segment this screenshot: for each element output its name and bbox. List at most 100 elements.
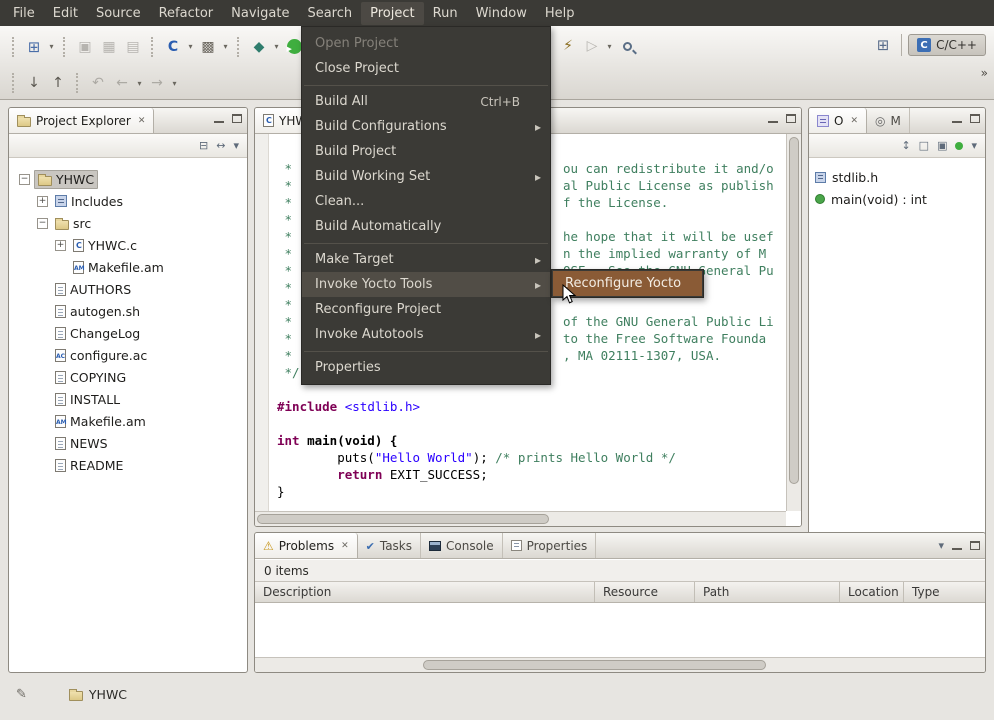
lightning-button[interactable]	[556, 34, 580, 58]
toolbar-overflow-button[interactable]: »	[981, 66, 988, 80]
toolbar-drag-handle[interactable]	[76, 73, 80, 93]
menu-item-invoke-autotools[interactable]: Invoke Autotools	[302, 322, 550, 347]
menu-edit[interactable]: Edit	[44, 2, 87, 25]
back-button[interactable]	[110, 71, 134, 95]
tab-console[interactable]: Console	[421, 533, 503, 558]
vertical-scrollbar[interactable]	[786, 134, 801, 511]
menu-item-reconfigure-project[interactable]: Reconfigure Project	[302, 297, 550, 322]
tree-item-readme[interactable]: README	[9, 454, 247, 476]
hide-fields-icon[interactable]: □	[919, 139, 929, 152]
tree-item-yhwc-c[interactable]: YHWC.c	[9, 234, 247, 256]
fast-view-icon[interactable]	[16, 686, 27, 702]
new-wizard-button[interactable]	[22, 35, 46, 59]
search-button[interactable]	[615, 34, 639, 58]
save-all-button[interactable]	[97, 35, 121, 59]
build-dropdown[interactable]	[220, 35, 231, 59]
menu-item-invoke-yocto-tools[interactable]: Invoke Yocto Tools	[302, 272, 550, 297]
menu-item-build-all[interactable]: Build AllCtrl+B	[302, 89, 550, 114]
maximize-button[interactable]	[970, 114, 980, 123]
collapse-all-icon[interactable]: ⊟	[199, 139, 208, 152]
scrollbar-thumb[interactable]	[257, 514, 549, 524]
minimize-button[interactable]	[214, 114, 224, 123]
external-tools-dropdown[interactable]	[604, 34, 615, 58]
new-c-project-button[interactable]	[161, 35, 185, 59]
menu-item-build-working-set[interactable]: Build Working Set	[302, 164, 550, 189]
toolbar-drag-handle[interactable]	[151, 37, 155, 57]
close-icon[interactable]	[850, 116, 858, 126]
scrollbar-thumb[interactable]	[789, 137, 799, 484]
column-path[interactable]: Path	[695, 582, 840, 602]
menu-navigate[interactable]: Navigate	[222, 2, 298, 25]
tree-item-src[interactable]: src	[9, 212, 247, 234]
scrollbar-thumb[interactable]	[423, 660, 766, 670]
back-dropdown[interactable]	[134, 71, 145, 95]
tree-item-project[interactable]: YHWC	[9, 168, 247, 190]
last-edit-location-button[interactable]	[86, 71, 110, 95]
sort-icon[interactable]: ↕	[901, 139, 910, 152]
previous-annotation-button[interactable]	[46, 71, 70, 95]
toolbar-drag-handle[interactable]	[63, 37, 67, 57]
open-perspective-button[interactable]	[871, 33, 895, 57]
tab-problems[interactable]: Problems	[255, 533, 358, 558]
menu-item-build-automatically[interactable]: Build Automatically	[302, 214, 550, 239]
menu-item-clean[interactable]: Clean...	[302, 189, 550, 214]
link-with-editor-icon[interactable]: ↔	[216, 139, 225, 152]
column-location[interactable]: Location	[840, 582, 904, 602]
new-c-project-dropdown[interactable]	[185, 35, 196, 59]
tree-item-copying[interactable]: COPYING	[9, 366, 247, 388]
horizontal-scrollbar[interactable]	[255, 657, 985, 672]
tree-selection[interactable]: YHWC	[34, 170, 98, 189]
column-type[interactable]: Type	[904, 582, 985, 602]
menu-item-make-target[interactable]: Make Target	[302, 247, 550, 272]
minimize-button[interactable]	[768, 114, 778, 123]
maximize-button[interactable]	[786, 114, 796, 123]
tree-item-autogen-sh[interactable]: autogen.sh	[9, 300, 247, 322]
menu-item-build-project[interactable]: Build Project	[302, 139, 550, 164]
toolbar-drag-handle[interactable]	[237, 37, 241, 57]
debug-button[interactable]	[247, 35, 271, 59]
hide-non-public-icon[interactable]	[955, 142, 963, 150]
save-button[interactable]	[73, 35, 97, 59]
forward-dropdown[interactable]	[169, 71, 180, 95]
tree-item-changelog[interactable]: ChangeLog	[9, 322, 247, 344]
debug-dropdown[interactable]	[271, 35, 282, 59]
close-icon[interactable]	[341, 541, 349, 551]
tree-item-configure-ac[interactable]: configure.ac	[9, 344, 247, 366]
menu-source[interactable]: Source	[87, 2, 150, 25]
expander-icon[interactable]	[37, 196, 48, 207]
maximize-button[interactable]	[970, 541, 980, 550]
tree-item-includes[interactable]: Includes	[9, 190, 247, 212]
menu-search[interactable]: Search	[298, 2, 361, 25]
menu-window[interactable]: Window	[467, 2, 536, 25]
menu-item-close-project[interactable]: Close Project	[302, 56, 550, 81]
hide-static-icon[interactable]: ▣	[937, 139, 947, 152]
print-button[interactable]	[121, 35, 145, 59]
menu-file[interactable]: File	[4, 2, 44, 25]
menu-help[interactable]: Help	[536, 2, 584, 25]
expander-icon[interactable]	[19, 174, 30, 185]
tab-project-explorer[interactable]: Project Explorer	[9, 108, 154, 133]
build-button[interactable]	[196, 35, 220, 59]
new-wizard-dropdown[interactable]	[46, 35, 57, 59]
horizontal-scrollbar[interactable]	[255, 511, 786, 526]
external-tools-button[interactable]	[580, 34, 604, 58]
expander-icon[interactable]	[55, 240, 66, 251]
close-icon[interactable]	[138, 116, 146, 126]
tree-item-authors[interactable]: AUTHORS	[9, 278, 247, 300]
tab-properties[interactable]: Properties	[503, 533, 597, 558]
toolbar-drag-handle[interactable]	[12, 73, 16, 93]
menu-item-properties[interactable]: Properties	[302, 355, 550, 380]
tree-item-makefile-am-2[interactable]: Makefile.am	[9, 410, 247, 432]
view-menu-icon[interactable]: ▾	[971, 139, 977, 152]
menu-refactor[interactable]: Refactor	[150, 2, 223, 25]
view-menu-icon[interactable]: ▾	[233, 139, 239, 152]
minimize-button[interactable]	[952, 541, 962, 550]
view-menu-icon[interactable]: ▾	[938, 539, 944, 552]
expander-icon[interactable]	[37, 218, 48, 229]
tab-tasks[interactable]: Tasks	[358, 533, 421, 558]
column-description[interactable]: Description	[255, 582, 595, 602]
tree-item-makefile-am[interactable]: Makefile.am	[9, 256, 247, 278]
menu-project[interactable]: Project	[361, 2, 423, 25]
tab-outline[interactable]: O	[809, 108, 867, 133]
maximize-button[interactable]	[232, 114, 242, 123]
